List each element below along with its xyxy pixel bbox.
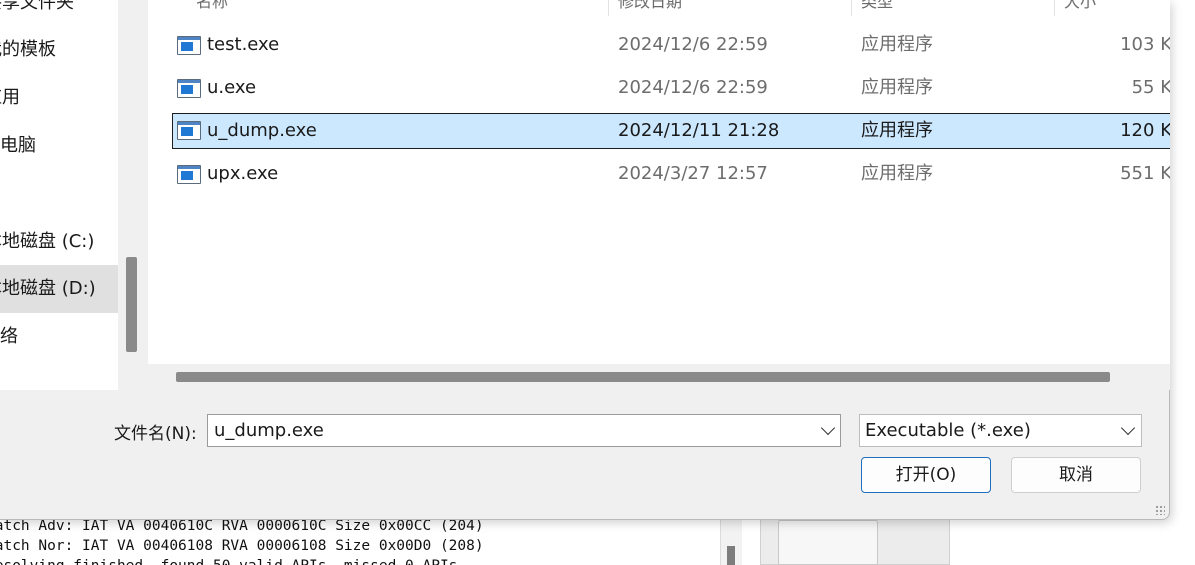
nav-item-network[interactable]: 网络: [0, 313, 118, 361]
nav-item-drive-d[interactable]: 本地磁盘 (D:): [0, 265, 118, 313]
nav-item-my-templates[interactable]: 我的模板: [0, 26, 118, 74]
file-size: 551 K: [1120, 163, 1170, 184]
file-list: 名称 修改日期 类型 大小 test.exe 2024/12/6 22:59 应…: [148, 0, 1170, 364]
nav-item-this-pc[interactable]: 此电脑: [0, 122, 118, 170]
chevron-down-icon[interactable]: [1120, 420, 1136, 436]
resize-grip-icon[interactable]: [1155, 505, 1165, 515]
file-row[interactable]: upx.exe 2024/3/27 12:57 应用程序 551 K: [172, 157, 1170, 193]
navigation-pane: 共享文件夹 我的模板 应用 此电脑 本地磁盘 (C:) 本地磁盘 (D:) 网络: [0, 0, 118, 390]
nav-item-label: 本地磁盘 (C:): [0, 231, 95, 252]
nav-item-apps[interactable]: 应用: [0, 74, 118, 122]
nav-item-label: 我的模板: [0, 39, 56, 60]
file-size: 120 K: [1120, 120, 1170, 141]
nav-item-label: 网络: [0, 326, 18, 347]
open-button[interactable]: 打开(O): [861, 457, 991, 493]
column-divider[interactable]: [1054, 0, 1055, 16]
background-log-scroll-thumb[interactable]: [727, 546, 735, 565]
file-modified: 2024/12/11 21:28: [618, 120, 780, 141]
chevron-down-icon[interactable]: [820, 420, 836, 436]
filetype-value: Executable (*.exe): [865, 420, 1031, 441]
nav-item-label: 应用: [0, 87, 20, 108]
nav-item-label: 共享文件夹: [0, 0, 74, 13]
column-divider[interactable]: [608, 0, 609, 16]
cancel-button[interactable]: 取消: [1011, 457, 1141, 493]
filename-value: u_dump.exe: [214, 420, 324, 441]
background-button[interactable]: [778, 520, 878, 565]
file-row-selected[interactable]: u_dump.exe 2024/12/11 21:28 应用程序 120 K: [172, 113, 1170, 149]
file-name: test.exe: [207, 34, 280, 55]
file-name: u.exe: [207, 77, 257, 98]
log-line: Resolving finished, found 50 valid APIs,…: [0, 556, 720, 565]
filename-label: 文件名(N):: [114, 424, 197, 444]
file-size: 103 K: [1120, 34, 1170, 55]
exe-icon: [177, 79, 201, 98]
column-header-type[interactable]: 类型: [861, 0, 893, 18]
log-line: Patch Nor: IAT VA 00406108 RVA 00006108 …: [0, 538, 484, 554]
file-open-dialog: 共享文件夹 我的模板 应用 此电脑 本地磁盘 (C:) 本地磁盘 (D:) 网络…: [0, 0, 1170, 520]
column-header-name[interactable]: 名称: [196, 0, 228, 18]
filetype-select[interactable]: Executable (*.exe): [859, 414, 1142, 447]
file-row[interactable]: u.exe 2024/12/6 22:59 应用程序 55 K: [172, 71, 1170, 107]
horizontal-scroll-thumb[interactable]: [176, 372, 1110, 382]
column-header-size[interactable]: 大小: [1064, 0, 1096, 18]
exe-icon: [177, 165, 201, 184]
background-right-edge: [1170, 0, 1195, 565]
background-log-output: Patch Adv: IAT VA 0040610C RVA 0000610C …: [0, 516, 720, 565]
column-divider[interactable]: [851, 0, 852, 16]
file-type: 应用程序: [861, 120, 933, 141]
file-row[interactable]: test.exe 2024/12/6 22:59 应用程序 103 K: [172, 28, 1170, 64]
file-type: 应用程序: [861, 77, 933, 98]
nav-item-shared-folder[interactable]: 共享文件夹: [0, 0, 118, 27]
file-name: u_dump.exe: [207, 120, 317, 141]
file-modified: 2024/12/6 22:59: [618, 34, 768, 55]
nav-item-label: 此电脑: [0, 135, 36, 156]
file-size: 55 K: [1131, 77, 1170, 98]
file-type: 应用程序: [861, 34, 933, 55]
filename-input[interactable]: u_dump.exe: [207, 414, 841, 447]
file-modified: 2024/3/27 12:57: [618, 163, 768, 184]
file-name: upx.exe: [207, 163, 279, 184]
nav-item-label: 本地磁盘 (D:): [0, 278, 96, 299]
nav-item-drive-c[interactable]: 本地磁盘 (C:): [0, 218, 118, 266]
exe-icon: [177, 36, 201, 55]
exe-icon: [177, 121, 201, 140]
column-header-modified[interactable]: 修改日期: [618, 0, 682, 18]
navigation-scroll-thumb[interactable]: [126, 257, 137, 352]
file-type: 应用程序: [861, 163, 933, 184]
file-modified: 2024/12/6 22:59: [618, 77, 768, 98]
